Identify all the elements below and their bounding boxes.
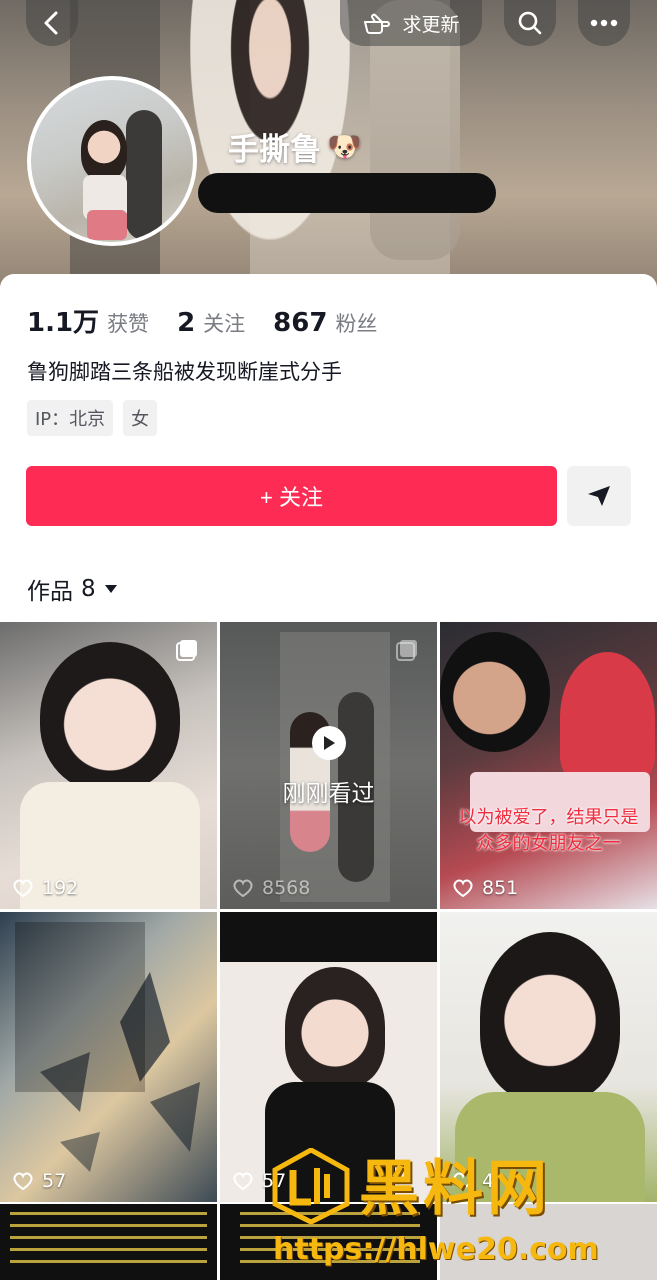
video-likes: 57 (12, 1170, 66, 1192)
profile-bio: 鲁狗脚踏三条船被发现断崖式分手 (27, 360, 342, 384)
heart-icon (233, 1172, 253, 1191)
thumb-person (440, 632, 550, 752)
profile-name: 手撕鲁 🐶 (228, 124, 362, 169)
watermark-url: https://hlwe20.com (273, 1232, 599, 1267)
works-tab[interactable]: 作品 8 (27, 572, 118, 606)
stat-label: 关注 (203, 312, 246, 336)
share-button[interactable] (567, 466, 631, 526)
likes-count: 8568 (262, 877, 311, 899)
profile-stats: 1.1万 获赞 2 关注 867 粉丝 (27, 302, 405, 339)
avatar[interactable] (27, 76, 197, 246)
dog-face-icon: 🐶 (327, 130, 362, 163)
heart-icon (233, 879, 253, 898)
heart-icon (13, 879, 33, 898)
stat-likes[interactable]: 1.1万 获赞 (27, 302, 149, 339)
watermark: 黑料网 https://hlwe20.com (271, 1140, 657, 1280)
video-likes: 8568 (232, 877, 310, 899)
stat-followers[interactable]: 867 粉丝 (273, 308, 377, 338)
pointing-hand-icon (364, 13, 391, 34)
tag-ip-location: IP：北京 (27, 400, 114, 436)
thumb-face (480, 932, 620, 1102)
avatar-figure (126, 110, 162, 240)
likes-count: 851 (482, 877, 519, 899)
stat-value: 2 (177, 308, 196, 338)
play-icon (324, 736, 335, 750)
follow-button[interactable]: + 关注 (26, 466, 557, 526)
recently-watched-label: 刚刚看过 (282, 781, 375, 807)
stat-value: 1.1万 (27, 308, 100, 338)
video-likes: 192 (12, 877, 78, 899)
watermark-brand: 黑料网 (359, 1154, 551, 1224)
back-arrow-icon (44, 11, 58, 35)
heart-icon (13, 1172, 33, 1191)
video-thumbnail[interactable] (0, 1204, 217, 1280)
thumb-text-lines (10, 1212, 207, 1272)
thumb-top-band (220, 912, 437, 962)
tag-gender: 女 (123, 400, 158, 436)
video-thumbnail[interactable]: 以为被爱了，结果只是众多的女朋友之一 851 (440, 622, 657, 909)
caret-down-icon (104, 585, 117, 593)
stat-value: 867 (273, 308, 328, 338)
video-thumbnail[interactable]: 57 (0, 912, 217, 1202)
thumb-face (285, 967, 385, 1087)
works-label: 作品 (27, 579, 73, 605)
works-count: 8 (81, 576, 96, 602)
heart-icon (453, 879, 473, 898)
video-likes: 851 (452, 877, 518, 899)
avatar-figure (81, 120, 127, 180)
profile-name-text: 手撕鲁 (228, 132, 321, 168)
profile-tags: IP：北京 女 (27, 400, 158, 436)
video-caption: 以为被爱了，结果只是众多的女朋友之一 (458, 807, 639, 854)
broken-glass-graphic (15, 922, 200, 1172)
stat-label: 获赞 (107, 312, 150, 336)
request-update-button[interactable]: 求更新 (340, 0, 482, 46)
request-update-label: 求更新 (402, 13, 460, 36)
watermark-logo-icon (272, 1148, 350, 1224)
redacted-id-bar (198, 173, 496, 213)
stat-following[interactable]: 2 关注 (177, 308, 245, 338)
multi-image-icon (396, 640, 417, 661)
stat-label: 粉丝 (335, 312, 378, 336)
play-button[interactable] (312, 726, 346, 760)
video-thumbnail[interactable]: 刚刚看过 8568 (220, 622, 437, 909)
search-icon (518, 11, 542, 35)
multi-image-icon (176, 640, 197, 661)
send-icon (588, 486, 610, 506)
avatar-figure (87, 210, 127, 240)
thumb-face (40, 642, 180, 792)
video-thumbnail[interactable]: 192 (0, 622, 217, 909)
likes-count: 192 (42, 877, 79, 899)
more-dots-icon (590, 19, 618, 27)
thumb-balloon-board (560, 652, 655, 782)
likes-count: 57 (42, 1170, 67, 1192)
